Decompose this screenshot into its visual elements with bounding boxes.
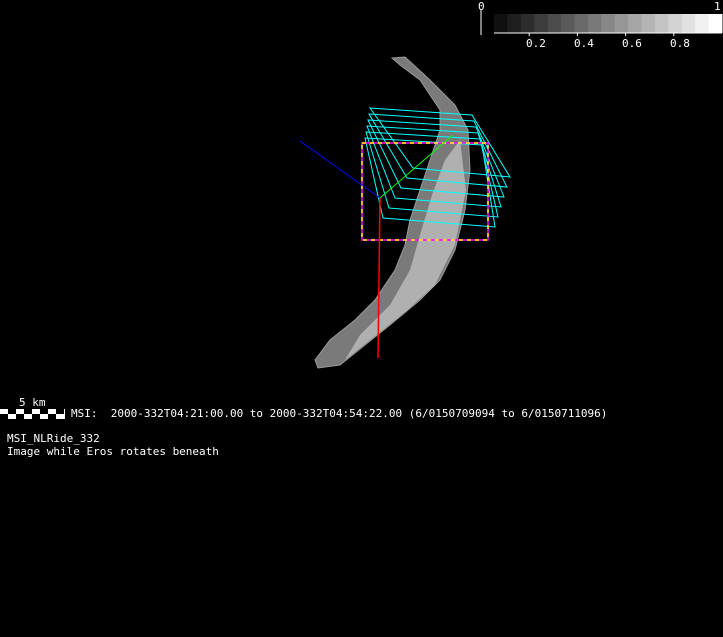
colorbar-tick-label: 0.8 [670,37,690,50]
sequence-description: Image while Eros rotates beneath [7,445,219,458]
colorbar-segment [681,14,696,33]
colorbar-min-label: 0 [478,0,485,13]
time-range-text: MSI: 2000-332T04:21:00.00 to 2000-332T04… [71,407,608,420]
colorbar-segment [574,14,589,33]
colorbar-segment [601,14,616,33]
colorbar-segment [494,14,508,33]
colorbar-tick-label: 0.2 [526,37,546,50]
colorbar-segment [587,14,602,33]
colorbar-max-label: 1 [714,0,721,13]
colorbar-segment [668,14,683,33]
colorbar-segment [628,14,643,33]
colorbar-segment [654,14,669,33]
colorbar [480,10,723,36]
colorbar-segment [561,14,575,33]
colorbar-segment [614,14,629,33]
scene-viewport[interactable] [0,0,723,637]
colorbar-segment [520,14,535,33]
colorbar-segment [641,14,656,33]
colorbar-segment [507,14,522,33]
colorbar-segment [534,14,549,33]
colorbar-segment [695,14,710,33]
colorbar-segment [708,14,723,33]
sequence-name: MSI_NLRide_332 [7,432,100,445]
colorbar-segment [547,14,562,33]
colorbar-tick-label: 0.4 [574,37,594,50]
axis-x-line [377,197,381,359]
scale-bar-label: 5 km [19,396,46,409]
colorbar-tick-label: 0.6 [622,37,642,50]
scale-bar [0,409,65,419]
